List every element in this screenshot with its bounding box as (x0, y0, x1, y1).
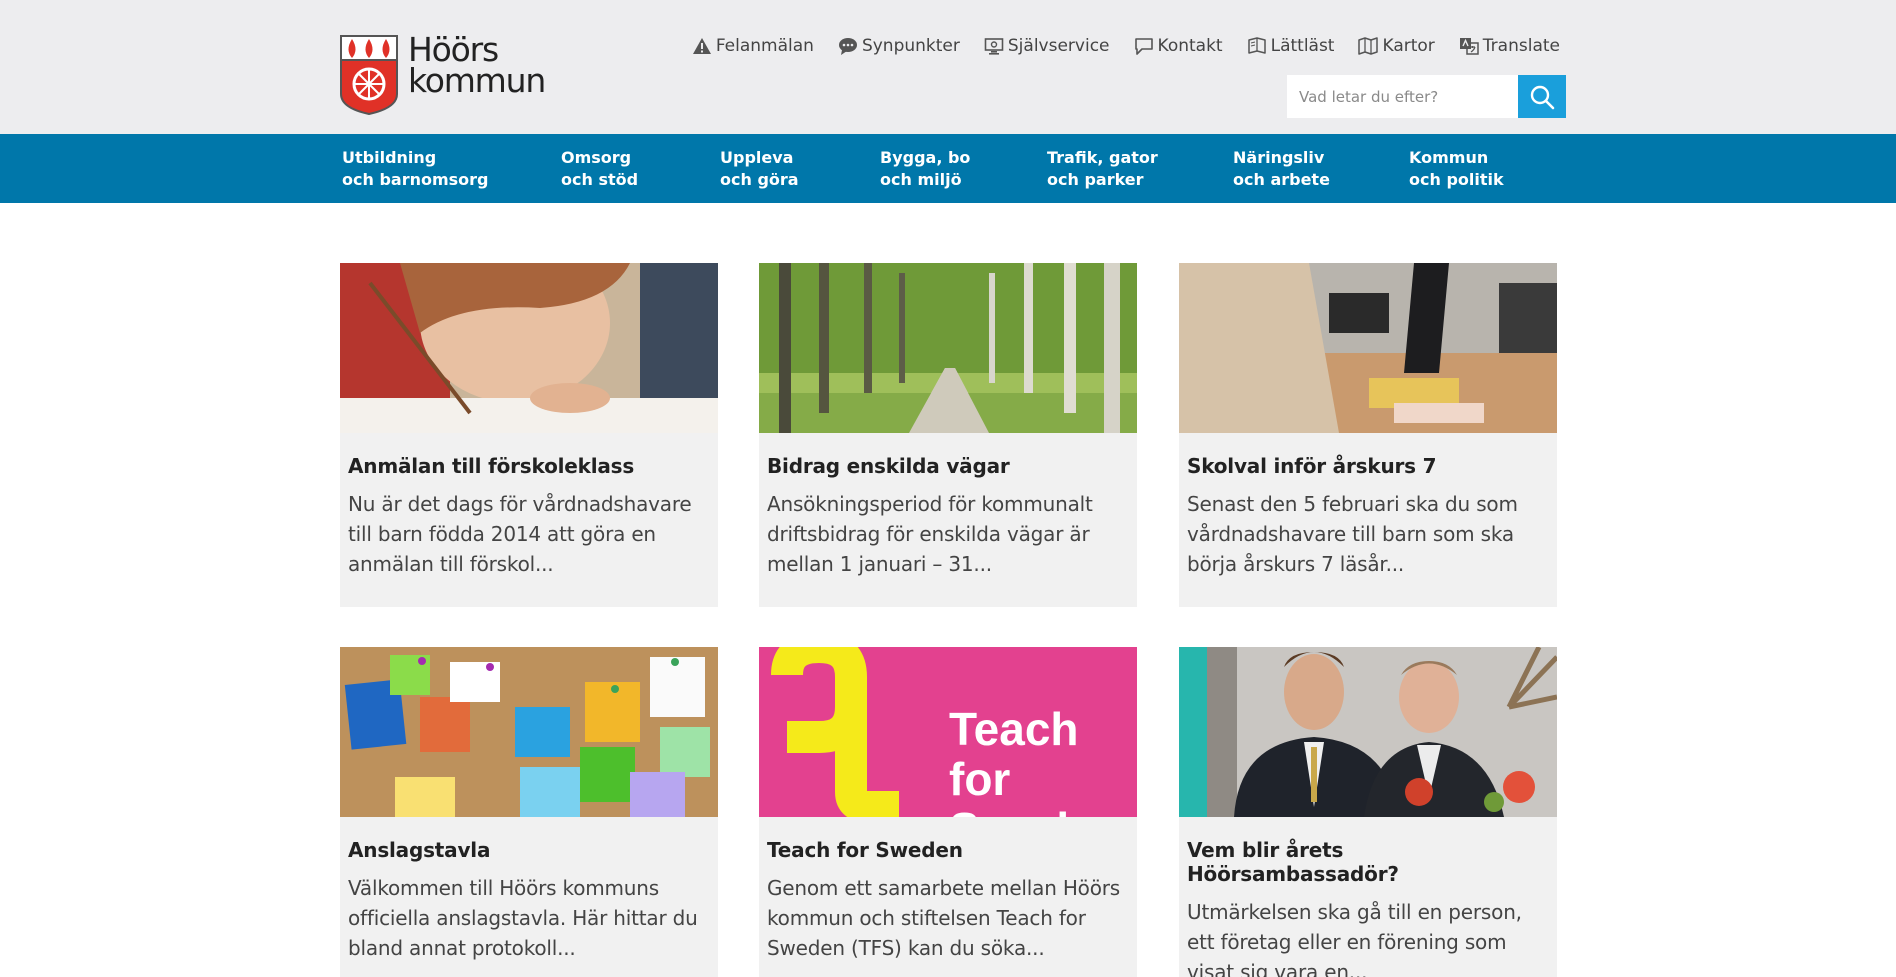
news-card[interactable]: Bidrag enskilda vägar Ansökningsperiod f… (759, 263, 1137, 607)
quicklink-label: Synpunkter (861, 36, 960, 56)
card-title: Anmälan till förskoleklass (348, 454, 635, 478)
svg-text:Teach: Teach (949, 703, 1079, 755)
svg-text:for: for (949, 753, 1010, 805)
nav-omsorg[interactable]: Omsorg och stöd (561, 147, 638, 191)
quicklink-kartor[interactable]: Kartor (1358, 36, 1435, 56)
nav-line-1: Näringsliv (1233, 148, 1325, 167)
nav-line-1: Trafik, gator (1047, 148, 1158, 167)
nav-line-2: och barnomsorg (342, 170, 489, 189)
nav-line-2: och politik (1409, 170, 1504, 189)
quicklink-label: Felanmälan (715, 36, 814, 56)
svg-text:Sweden: Sweden (949, 803, 1123, 817)
translate-icon (1459, 38, 1479, 55)
nav-bygga[interactable]: Bygga, bo och miljö (880, 147, 970, 191)
card-excerpt: Senast den 5 februari ska du som vårdnad… (1187, 492, 1518, 576)
nav-naringsliv[interactable]: Näringsliv och arbete (1233, 147, 1330, 191)
nav-line-2: och miljö (880, 170, 962, 189)
quicklink-label: Självservice (1007, 36, 1110, 56)
nav-line-2: och arbete (1233, 170, 1330, 189)
card-image-tree-lined-road (759, 263, 1137, 433)
card-image-two-men-award (1179, 647, 1557, 817)
site-header: Höörs kommun Felanmälan Synpunkter Själv… (0, 0, 1896, 134)
nav-utbildning[interactable]: Utbildning och barnomsorg (342, 147, 489, 191)
quicklink-lattlast[interactable]: Lättläst (1247, 36, 1335, 56)
card-title: Skolval inför årskurs 7 (1187, 454, 1437, 478)
nav-line-1: Omsorg (561, 148, 632, 167)
search-input[interactable] (1287, 75, 1518, 118)
quicklink-label: Translate (1482, 36, 1560, 56)
search-form (1287, 75, 1566, 118)
news-card[interactable]: Teach for Sweden Teach for Sweden Genom … (759, 647, 1137, 977)
nav-line-2: och parker (1047, 170, 1144, 189)
nav-line-1: Utbildning (342, 148, 437, 167)
card-title: Anslagstavla (348, 838, 491, 862)
search-icon (1530, 85, 1555, 109)
site-logo[interactable]: Höörs kommun (338, 33, 548, 116)
quicklink-label: Lättläst (1270, 36, 1335, 56)
nav-line-2: och göra (720, 170, 799, 189)
news-card[interactable]: Anmälan till förskoleklass Nu är det dag… (340, 263, 718, 607)
nav-kommun[interactable]: Kommun och politik (1409, 147, 1504, 191)
card-excerpt: Ansökningsperiod för kommunalt driftsbid… (767, 492, 1093, 576)
nav-line-1: Kommun (1409, 148, 1489, 167)
nav-trafik[interactable]: Trafik, gator och parker (1047, 147, 1158, 191)
logo-text: Höörs kommun (408, 33, 546, 100)
news-card[interactable]: Skolval inför årskurs 7 Senast den 5 feb… (1179, 263, 1557, 607)
warning-icon (692, 38, 711, 54)
quicklink-translate[interactable]: Translate (1459, 36, 1560, 56)
map-icon (1358, 37, 1379, 55)
card-image-teach-for-sweden-logo: Teach for Sweden (759, 647, 1137, 817)
quicklink-kontakt[interactable]: Kontakt (1134, 36, 1223, 56)
quick-links: Felanmälan Synpunkter Självservice Konta… (668, 36, 1560, 56)
nav-uppleva[interactable]: Uppleva och göra (720, 147, 799, 191)
search-button[interactable] (1518, 75, 1566, 118)
quicklink-sjalvservice[interactable]: Självservice (984, 36, 1110, 56)
card-title: Vem blir årets Höörsambassadör? (1187, 838, 1399, 886)
card-image-child-drawing (340, 263, 718, 433)
logo-line-2: kommun (408, 61, 546, 100)
news-card[interactable]: Anslagstavla Välkommen till Höörs kommun… (340, 647, 718, 977)
coat-of-arms-icon (340, 35, 398, 116)
monitor-icon (984, 38, 1004, 55)
card-title: Bidrag enskilda vägar (767, 454, 1010, 478)
quicklink-label: Kartor (1382, 36, 1435, 56)
speech-icon (1134, 38, 1153, 55)
card-image-classroom-laptop (1179, 263, 1557, 433)
news-card[interactable]: Vem blir årets Höörsambassadör? Utmärkel… (1179, 647, 1557, 977)
quicklink-label: Kontakt (1157, 36, 1223, 56)
nav-line-1: Bygga, bo (880, 148, 971, 167)
card-excerpt: Utmärkelsen ska gå till en person, ett f… (1187, 900, 1522, 977)
quicklink-synpunkter[interactable]: Synpunkter (838, 36, 960, 56)
nav-line-1: Uppleva (720, 148, 794, 167)
card-title: Teach for Sweden (767, 838, 963, 862)
card-excerpt: Välkommen till Höörs kommuns officiella … (348, 876, 698, 960)
nav-line-2: och stöd (561, 170, 639, 189)
book-icon (1247, 37, 1266, 54)
card-excerpt: Nu är det dags för vårdnadshavare till b… (348, 492, 692, 576)
chat-bubble-icon (838, 38, 857, 55)
card-excerpt: Genom ett samarbete mellan Höörs kommun … (767, 876, 1120, 960)
quicklink-felanmalan[interactable]: Felanmälan (692, 36, 814, 56)
main-navigation: Utbildning och barnomsorg Omsorg och stöd … (0, 134, 1896, 203)
card-image-bulletin-board (340, 647, 718, 817)
